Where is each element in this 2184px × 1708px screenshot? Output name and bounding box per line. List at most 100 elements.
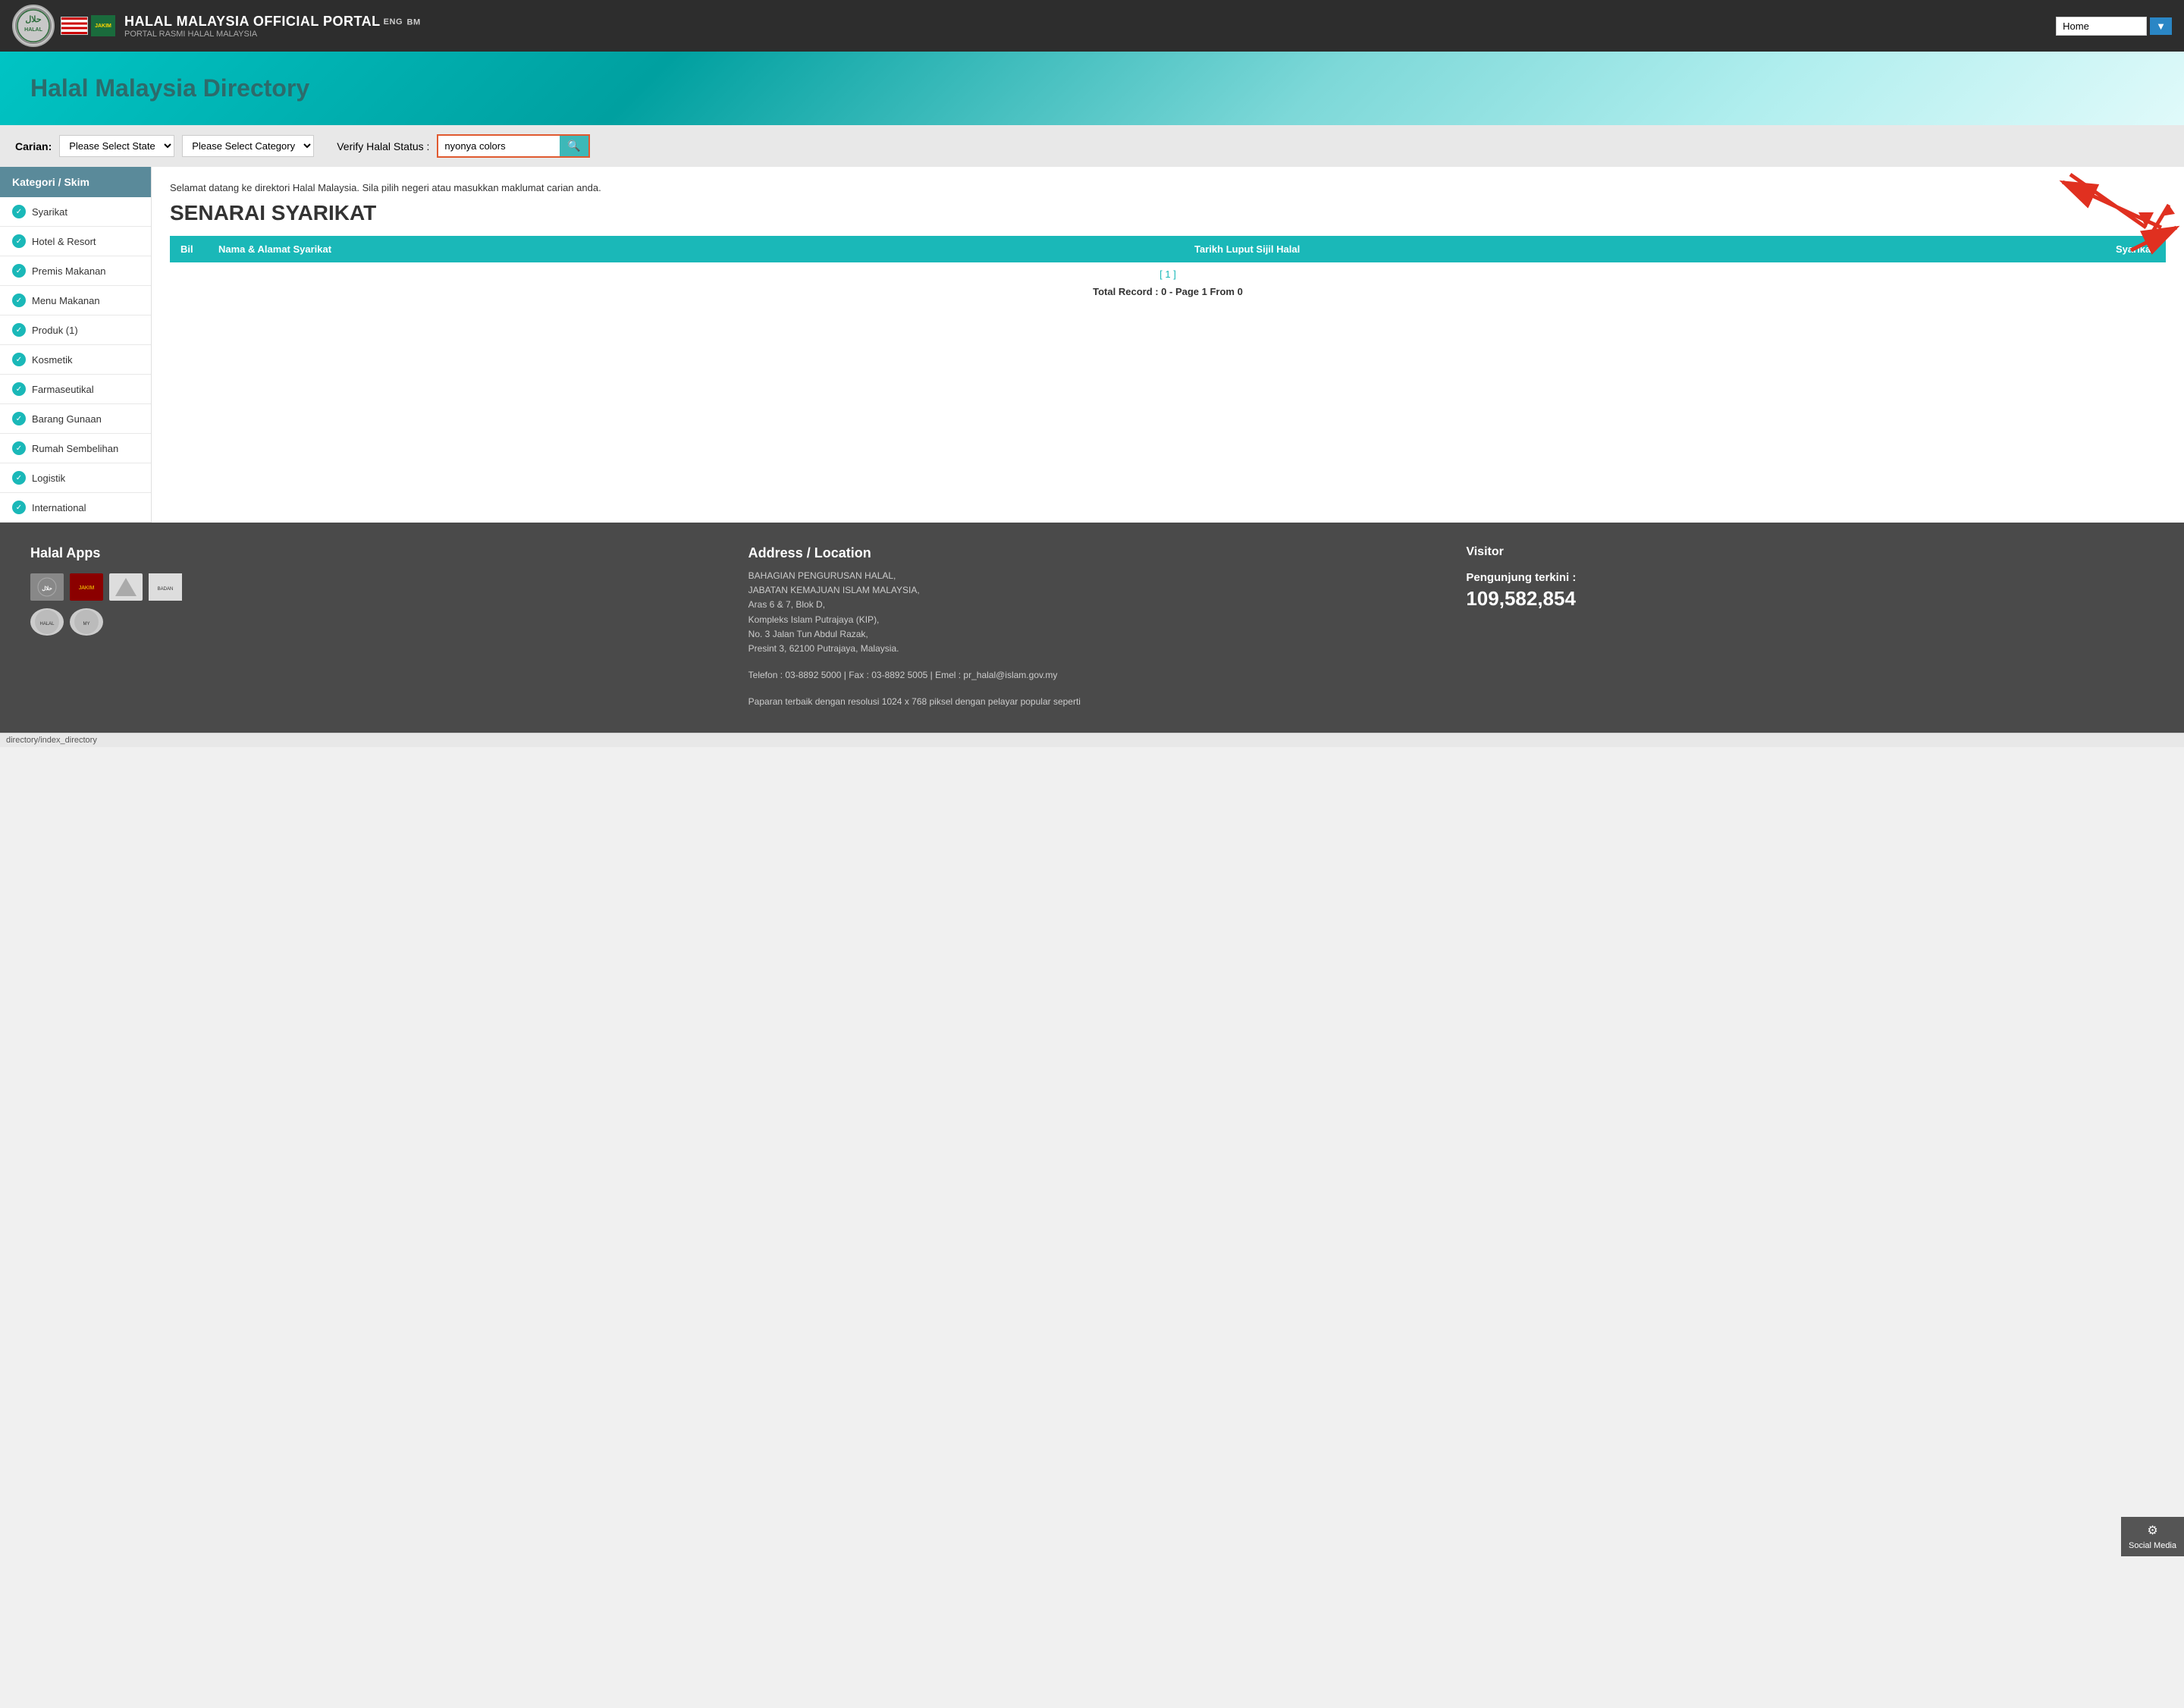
footer-address-line-4: Kompleks Islam Putrajaya (KIP), <box>748 613 1436 627</box>
social-media-label: Social Media <box>2129 1541 2176 1550</box>
footer-visitor-title: Visitor <box>1466 545 2154 559</box>
welcome-text: Selamat datang ke direktori Halal Malays… <box>170 182 2166 193</box>
portal-title: HALAL MALAYSIA OFFICIAL PORTALENG BM POR… <box>124 14 2047 39</box>
svg-text:BADAN: BADAN <box>158 587 174 592</box>
footer-visitor-col: Visitor Pengunjung terkini : 109,582,854 <box>1466 545 2154 710</box>
check-icon-international: ✓ <box>12 501 26 514</box>
gear-icon: ⚙ <box>2147 1523 2157 1538</box>
footer-address-line-3: Aras 6 & 7, Blok D, <box>748 598 1436 612</box>
verify-input-wrap: 🔍 <box>437 134 589 158</box>
banner-title: Halal Malaysia Directory <box>30 74 2154 102</box>
sidebar-item-barang[interactable]: ✓ Barang Gunaan <box>0 404 151 434</box>
sidebar-label-produk: Produk (1) <box>32 325 78 336</box>
lang-bm[interactable]: BM <box>407 17 421 27</box>
app-logo-2: JAKIM <box>70 573 103 601</box>
check-icon-menu: ✓ <box>12 294 26 307</box>
nav-select-wrap: Home About Services Contact ▼ <box>2056 17 2172 36</box>
nav-select[interactable]: Home About Services Contact <box>2056 17 2147 36</box>
check-icon-premis: ✓ <box>12 264 26 278</box>
verify-button[interactable]: 🔍 <box>560 136 588 156</box>
jakim-flags: JAKIM <box>61 15 115 36</box>
malaysia-flag <box>61 17 88 35</box>
page-number[interactable]: [ 1 ] <box>1159 268 1176 280</box>
table-header-syarikat: Syarikat <box>2105 236 2166 262</box>
total-record: Total Record : 0 - Page 1 From 0 <box>170 286 2166 305</box>
results-table: Bil Nama & Alamat Syarikat Tarikh Luput … <box>170 236 2166 305</box>
sidebar-label-logistik: Logistik <box>32 473 65 484</box>
svg-text:حلال: حلال <box>42 586 52 592</box>
status-url: directory/index_directory <box>6 736 97 745</box>
footer-resolution: Paparan terbaik dengan resolusi 1024 x 7… <box>748 695 1436 709</box>
lang-eng[interactable]: ENG <box>384 17 403 27</box>
check-icon-barang: ✓ <box>12 412 26 425</box>
check-icon-farmaseutikal: ✓ <box>12 382 26 396</box>
content-area: Selamat datang ke direktori Halal Malays… <box>152 167 2184 523</box>
main-content: Kategori / Skim ✓ Syarikat ✓ Hotel & Res… <box>0 167 2184 523</box>
footer-contact: Telefon : 03-8892 5000 | Fax : 03-8892 5… <box>748 668 1436 683</box>
sidebar-label-international: International <box>32 502 86 513</box>
sidebar-item-produk[interactable]: ✓ Produk (1) <box>0 316 151 345</box>
sidebar-item-premis[interactable]: ✓ Premis Makanan <box>0 256 151 286</box>
table-header-bil: Bil <box>170 236 208 262</box>
footer: Halal Apps حلال JAKIM <box>0 523 2184 733</box>
app-logo-5: HALAL <box>30 608 64 636</box>
sidebar-item-kosmetik[interactable]: ✓ Kosmetik <box>0 345 151 375</box>
nav-go-button[interactable]: ▼ <box>2150 17 2172 35</box>
visitor-count: 109,582,854 <box>1466 587 2154 611</box>
svg-text:حلال: حلال <box>25 15 42 24</box>
svg-text:MY: MY <box>83 622 90 626</box>
check-icon-produk: ✓ <box>12 323 26 337</box>
footer-address-line-5: No. 3 Jalan Tun Abdul Razak, <box>748 627 1436 642</box>
top-header: حلال HALAL JAKIM HALAL MALAYSIA OFFICIAL… <box>0 0 2184 52</box>
senarai-title: SENARAI SYARIKAT <box>170 201 2166 225</box>
footer-address-title: Address / Location <box>748 545 1436 561</box>
sidebar-item-rumah[interactable]: ✓ Rumah Sembelihan <box>0 434 151 463</box>
portal-title-text: HALAL MALAYSIA OFFICIAL PORTAL <box>124 14 381 29</box>
table-header-tarikh: Tarikh Luput Sijil Halal <box>1184 236 2105 262</box>
logo-area: حلال HALAL JAKIM <box>12 5 115 47</box>
svg-text:HALAL: HALAL <box>39 622 55 626</box>
sidebar-label-rumah: Rumah Sembelihan <box>32 443 118 454</box>
sidebar-item-hotel[interactable]: ✓ Hotel & Resort <box>0 227 151 256</box>
app-logo-6: MY <box>70 608 103 636</box>
check-icon-syarikat: ✓ <box>12 205 26 218</box>
status-bar: directory/index_directory <box>0 733 2184 747</box>
verify-input[interactable] <box>438 136 560 156</box>
search-label: Carian: <box>15 140 52 152</box>
sidebar-item-logistik[interactable]: ✓ Logistik <box>0 463 151 493</box>
footer-logos-2: HALAL MY <box>30 608 718 636</box>
sidebar-item-farmaseutikal[interactable]: ✓ Farmaseutikal <box>0 375 151 404</box>
footer-address-line-2: JABATAN KEMAJUAN ISLAM MALAYSIA, <box>748 583 1436 598</box>
check-icon-hotel: ✓ <box>12 234 26 248</box>
sidebar-label-menu: Menu Makanan <box>32 295 100 306</box>
app-logo-4: BADAN <box>149 573 182 601</box>
footer-apps-title: Halal Apps <box>30 545 718 561</box>
sidebar: Kategori / Skim ✓ Syarikat ✓ Hotel & Res… <box>0 167 152 523</box>
sidebar-label-premis: Premis Makanan <box>32 265 106 277</box>
table-header-nama: Nama & Alamat Syarikat <box>208 236 1184 262</box>
search-bar: Carian: Please Select State Johor Kedah … <box>0 125 2184 167</box>
footer-apps-col: Halal Apps حلال JAKIM <box>30 545 718 710</box>
sidebar-label-hotel: Hotel & Resort <box>32 236 96 247</box>
check-icon-logistik: ✓ <box>12 471 26 485</box>
sidebar-item-syarikat[interactable]: ✓ Syarikat <box>0 197 151 227</box>
verify-label: Verify Halal Status : <box>337 140 429 152</box>
svg-text:JAKIM: JAKIM <box>79 586 95 591</box>
sidebar-item-menu[interactable]: ✓ Menu Makanan <box>0 286 151 316</box>
svg-text:HALAL: HALAL <box>24 27 42 33</box>
visitor-label: Pengunjung terkini : <box>1466 571 2154 584</box>
social-media-button[interactable]: ⚙ Social Media <box>2121 1517 2184 1556</box>
portal-subtitle: PORTAL RASMI HALAL MALAYSIA <box>124 30 2047 39</box>
sidebar-label-syarikat: Syarikat <box>32 206 67 218</box>
banner: Halal Malaysia Directory <box>0 52 2184 125</box>
check-icon-kosmetik: ✓ <box>12 353 26 366</box>
app-logo-3 <box>109 573 143 601</box>
sidebar-header: Kategori / Skim <box>0 167 151 197</box>
category-select[interactable]: Please Select Category Syarikat Hotel & … <box>182 135 314 157</box>
state-select[interactable]: Please Select State Johor Kedah Kelantan… <box>59 135 174 157</box>
check-icon-rumah: ✓ <box>12 441 26 455</box>
pagination: [ 1 ] <box>170 262 2166 286</box>
sidebar-label-farmaseutikal: Farmaseutikal <box>32 384 94 395</box>
app-logo-1: حلال <box>30 573 64 601</box>
sidebar-item-international[interactable]: ✓ International <box>0 493 151 523</box>
